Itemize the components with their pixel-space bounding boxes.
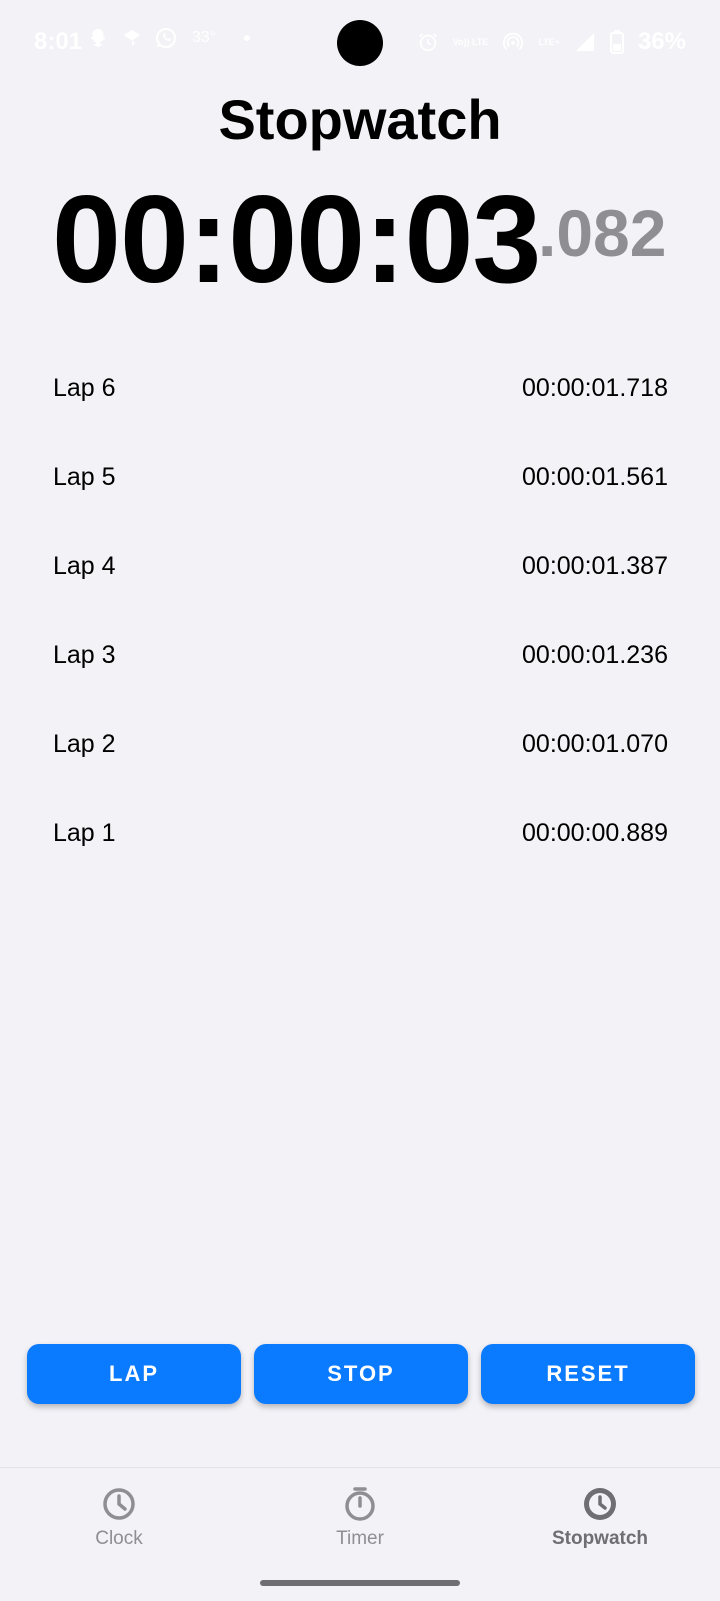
lap-label: Lap 5 xyxy=(53,463,116,491)
lap-time: 00:00:01.070 xyxy=(522,730,668,758)
lap-row: Lap 4 00:00:01.387 xyxy=(53,522,668,611)
lap-list: Lap 6 00:00:01.718 Lap 5 00:00:01.561 La… xyxy=(53,344,668,878)
status-time: 8:01 xyxy=(34,28,83,55)
signal-icon xyxy=(574,30,596,54)
notification-icons: 33° xyxy=(86,26,251,50)
volte-icon: Vo)) LTE xyxy=(452,36,489,47)
lap-time: 00:00:01.561 xyxy=(522,463,668,491)
battery-icon xyxy=(609,30,624,54)
action-buttons: LAP STOP RESET xyxy=(27,1344,695,1404)
lap-row: Lap 1 00:00:00.889 xyxy=(53,789,668,878)
tab-clock[interactable]: Clock xyxy=(19,1486,219,1550)
lap-button[interactable]: LAP xyxy=(27,1344,241,1404)
lap-label: Lap 4 xyxy=(53,552,116,580)
snapchat-icon xyxy=(86,26,110,50)
timer-icon xyxy=(342,1486,378,1522)
lap-row: Lap 6 00:00:01.718 xyxy=(53,344,668,433)
lap-label: Lap 2 xyxy=(53,730,116,758)
lap-label: Lap 1 xyxy=(53,819,116,847)
elapsed-millis: .082 xyxy=(538,196,667,270)
battery-percent: 36% xyxy=(637,28,686,55)
lap-row: Lap 3 00:00:01.236 xyxy=(53,611,668,700)
system-icons: Vo)) LTE LTE+ 36% xyxy=(417,28,686,56)
lap-time: 00:00:01.718 xyxy=(522,374,668,402)
alarm-icon xyxy=(417,30,439,54)
camera-cutout xyxy=(337,20,383,66)
lap-time: 00:00:01.387 xyxy=(522,552,668,580)
tab-stopwatch[interactable]: Stopwatch xyxy=(500,1486,700,1550)
tab-timer-label: Timer xyxy=(336,1528,384,1549)
stop-button[interactable]: STOP xyxy=(254,1344,468,1404)
dot-icon xyxy=(244,35,251,41)
page-title: Stopwatch xyxy=(218,88,502,151)
clock-icon xyxy=(101,1486,137,1522)
lte-icon: LTE+ xyxy=(538,36,560,47)
lap-label: Lap 6 xyxy=(53,374,116,402)
whatsapp-icon xyxy=(154,26,178,50)
tab-stopwatch-label: Stopwatch xyxy=(551,1528,649,1549)
reset-button[interactable]: RESET xyxy=(481,1344,695,1404)
lap-row: Lap 2 00:00:01.070 xyxy=(53,700,668,789)
lap-row: Lap 5 00:00:01.561 xyxy=(53,433,668,522)
tab-timer[interactable]: Timer xyxy=(260,1486,460,1550)
status-bar: 8:01 33° Vo)) LTE LTE+ 36% xyxy=(0,0,720,84)
elapsed-time: 00:00:03 xyxy=(52,171,541,309)
stopwatch-icon xyxy=(582,1486,618,1522)
home-indicator[interactable] xyxy=(260,1580,460,1586)
lap-label: Lap 3 xyxy=(53,641,116,669)
lap-time: 00:00:00.889 xyxy=(522,819,668,847)
lap-time: 00:00:01.236 xyxy=(522,641,668,669)
tab-clock-label: Clock xyxy=(95,1528,143,1549)
hotspot-icon xyxy=(502,30,524,54)
temperature-text: 33° xyxy=(192,29,217,46)
chat-icon xyxy=(120,26,144,50)
